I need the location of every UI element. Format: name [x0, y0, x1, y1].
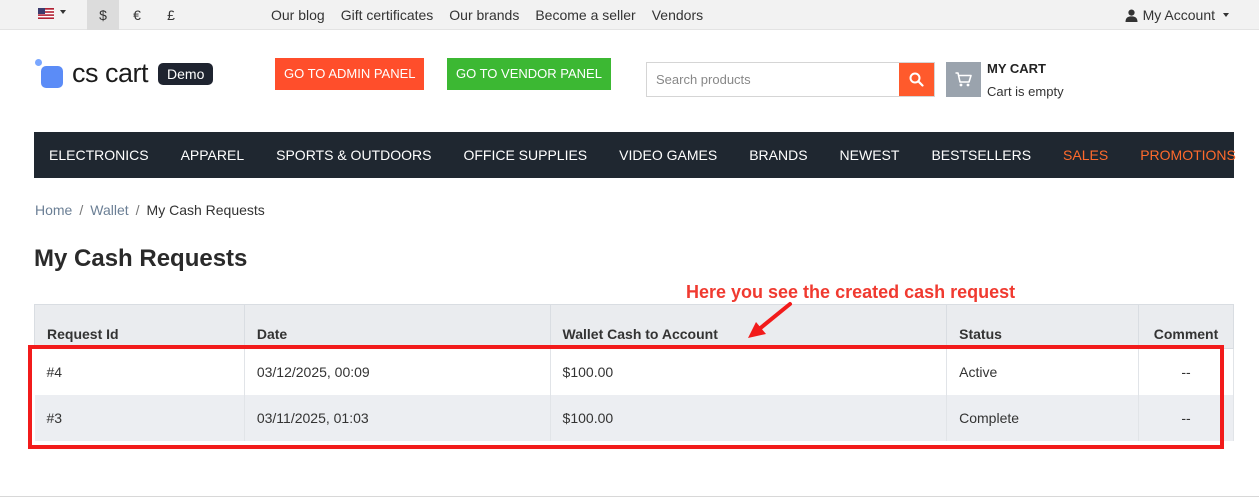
main-nav: ELECTRONICS APPAREL SPORTS & OUTDOORS OF…: [34, 132, 1236, 178]
nav-item-bestsellers[interactable]: BESTSELLERS: [931, 147, 1031, 163]
column-header-date: Date: [243, 304, 551, 349]
nav-item-brands[interactable]: BRANDS: [749, 147, 807, 163]
logo[interactable]: cs cart Demo: [34, 58, 214, 89]
nav-item-office-supplies[interactable]: OFFICE SUPPLIES: [463, 147, 587, 163]
top-links: Our blog Gift certificates Our brands Be…: [271, 0, 703, 30]
my-cart-title[interactable]: MY CART: [987, 61, 1046, 76]
cart-button[interactable]: [946, 62, 981, 97]
page-title: My Cash Requests: [34, 245, 248, 272]
currency-eur[interactable]: €: [121, 0, 153, 30]
nav-item-newest[interactable]: NEWEST: [840, 147, 900, 163]
search-button[interactable]: [899, 63, 934, 96]
us-flag-icon[interactable]: [38, 8, 54, 19]
breadcrumb: Home / Wallet / My Cash Requests: [35, 202, 265, 218]
breadcrumb-separator: /: [79, 202, 84, 218]
chevron-down-icon: [1223, 13, 1229, 17]
divider: [0, 496, 1259, 497]
breadcrumb-home[interactable]: Home: [35, 202, 72, 218]
top-bar: $ € £ Our blog Gift certificates Our bra…: [0, 0, 1259, 30]
my-account-label: My Account: [1142, 7, 1215, 23]
annotation-arrow-icon: [748, 302, 792, 338]
link-become-a-seller[interactable]: Become a seller: [535, 0, 635, 30]
nav-item-apparel[interactable]: APPAREL: [181, 147, 245, 163]
cart-status: Cart is empty: [987, 84, 1064, 99]
column-header-request-id: Request Id: [34, 304, 245, 349]
go-to-vendor-panel-button[interactable]: GO TO VENDOR PANEL: [447, 58, 611, 90]
currency-gbp[interactable]: £: [155, 0, 187, 30]
search-box: [646, 62, 935, 97]
cart-icon: [955, 72, 972, 87]
nav-item-promotions[interactable]: PROMOTIONS: [1140, 147, 1236, 163]
breadcrumb-wallet[interactable]: Wallet: [90, 202, 128, 218]
currency-usd[interactable]: $: [87, 0, 119, 30]
chevron-down-icon[interactable]: [60, 10, 66, 14]
nav-item-video-games[interactable]: VIDEO GAMES: [619, 147, 717, 163]
table-header-row: Request Id Date Wallet Cash to Account S…: [34, 304, 1235, 349]
my-account-menu[interactable]: My Account: [1125, 0, 1229, 30]
cs-cart-logo-icon: [34, 58, 64, 89]
column-header-status: Status: [946, 304, 1139, 349]
nav-item-electronics[interactable]: ELECTRONICS: [49, 147, 149, 163]
demo-badge: Demo: [158, 62, 214, 85]
search-icon: [909, 72, 924, 87]
annotation-text: Here you see the created cash request: [686, 282, 1016, 302]
column-header-comment: Comment: [1137, 304, 1235, 349]
nav-item-sports-outdoors[interactable]: SPORTS & OUTDOORS: [276, 147, 431, 163]
link-our-blog[interactable]: Our blog: [271, 0, 325, 30]
link-our-brands[interactable]: Our brands: [449, 0, 519, 30]
annotation-highlight-box: [28, 345, 1224, 449]
nav-item-sales[interactable]: SALES: [1063, 147, 1108, 163]
search-input[interactable]: [647, 63, 899, 96]
breadcrumb-current: My Cash Requests: [146, 202, 265, 218]
logo-text: cs cart: [72, 58, 149, 88]
go-to-admin-panel-button[interactable]: GO TO ADMIN PANEL: [275, 58, 425, 90]
link-vendors[interactable]: Vendors: [652, 0, 703, 30]
user-icon: [1125, 9, 1138, 22]
breadcrumb-separator: /: [135, 202, 140, 218]
link-gift-certificates[interactable]: Gift certificates: [341, 0, 434, 30]
